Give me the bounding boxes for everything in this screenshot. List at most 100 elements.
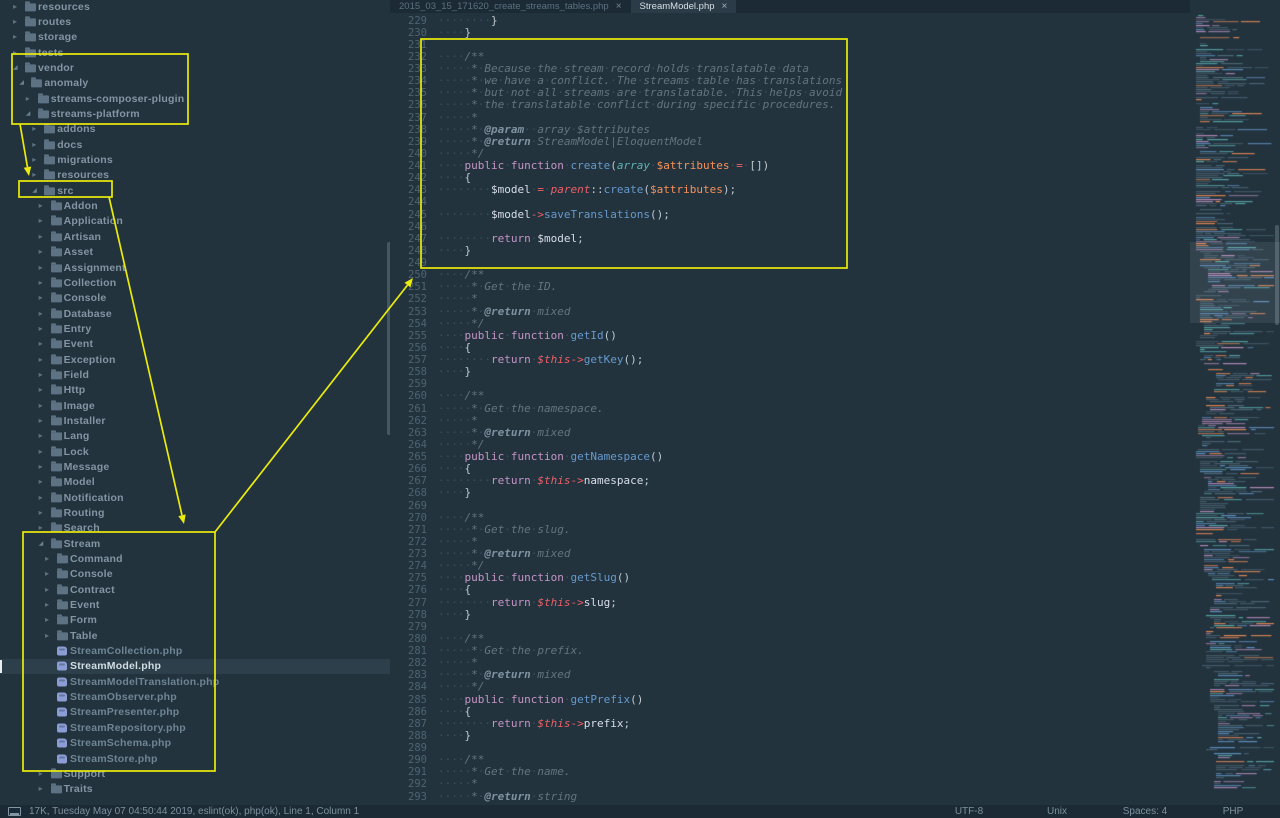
disclosure-collapsed-icon[interactable]: ▸	[39, 462, 43, 471]
disclosure-collapsed-icon[interactable]: ▸	[13, 18, 17, 26]
disclosure-collapsed-icon[interactable]: ▸	[13, 2, 17, 11]
tree-item-stream[interactable]: ◢ Stream	[0, 536, 390, 551]
disclosure-expanded-icon[interactable]: ◢	[13, 65, 18, 71]
tree-item-notification[interactable]: ▸ Notification	[0, 490, 390, 505]
disclosure-collapsed-icon[interactable]: ▸	[39, 386, 43, 394]
tree-item-src[interactable]: ◢ src	[0, 183, 390, 198]
status-item-php[interactable]: PHP	[1202, 806, 1264, 817]
tree-item-table[interactable]: ▸ Table	[0, 628, 390, 643]
disclosure-collapsed-icon[interactable]: ▸	[39, 432, 43, 440]
tree-item-event[interactable]: ▸ Event	[0, 597, 390, 612]
tree-item-tests[interactable]: ▸ tests	[0, 45, 390, 60]
disclosure-collapsed-icon[interactable]: ▸	[39, 401, 43, 410]
tree-item-streamrepository-php[interactable]: StreamRepository.php	[0, 720, 390, 735]
tree-item-artisan[interactable]: ▸ Artisan	[0, 229, 390, 244]
tree-item-streams-composer-plugin[interactable]: ▸ streams-composer-plugin	[0, 91, 390, 106]
tree-item-installer[interactable]: ▸ Installer	[0, 413, 390, 428]
tree-item-streamcollection-php[interactable]: StreamCollection.php	[0, 643, 390, 658]
tree-item-contract[interactable]: ▸ Contract	[0, 582, 390, 597]
disclosure-collapsed-icon[interactable]: ▸	[39, 447, 43, 456]
disclosure-collapsed-icon[interactable]: ▸	[39, 232, 43, 241]
tree-item-streamschema-php[interactable]: StreamSchema.php	[0, 736, 390, 751]
tree-item-form[interactable]: ▸ Form	[0, 613, 390, 628]
editor-scrollbar[interactable]	[1275, 225, 1279, 325]
disclosure-collapsed-icon[interactable]: ▸	[13, 33, 17, 41]
disclosure-collapsed-icon[interactable]: ▸	[32, 125, 36, 133]
disclosure-expanded-icon[interactable]: ◢	[19, 80, 24, 86]
tree-item-addon[interactable]: ▸ Addon	[0, 198, 390, 213]
disclosure-collapsed-icon[interactable]: ▸	[39, 248, 43, 256]
disclosure-collapsed-icon[interactable]: ▸	[39, 217, 43, 225]
tree-item-routing[interactable]: ▸ Routing	[0, 505, 390, 520]
tree-item-docs[interactable]: ▸ docs	[0, 137, 390, 152]
status-item-utf-8[interactable]: UTF-8	[938, 806, 1000, 817]
tab-close-icon[interactable]: ×	[616, 1, 622, 12]
tree-item-field[interactable]: ▸ Field	[0, 367, 390, 382]
disclosure-collapsed-icon[interactable]: ▸	[45, 601, 49, 609]
disclosure-collapsed-icon[interactable]: ▸	[45, 631, 49, 640]
tree-item-streammodeltranslation-php[interactable]: StreamModelTranslation.php	[0, 674, 390, 689]
tree-item-assignment[interactable]: ▸ Assignment	[0, 260, 390, 275]
disclosure-collapsed-icon[interactable]: ▸	[32, 140, 36, 149]
tree-item-console[interactable]: ▸ Console	[0, 291, 390, 306]
tree-item-resources[interactable]: ▸ resources	[0, 0, 390, 14]
tree-item-streampresenter-php[interactable]: StreamPresenter.php	[0, 705, 390, 720]
disclosure-collapsed-icon[interactable]: ▸	[39, 278, 43, 287]
tree-item-image[interactable]: ▸ Image	[0, 398, 390, 413]
tree-item-addons[interactable]: ▸ addons	[0, 122, 390, 137]
tree-item-http[interactable]: ▸ Http	[0, 383, 390, 398]
disclosure-expanded-icon[interactable]: ◢	[26, 111, 31, 117]
status-item-spaces-4[interactable]: Spaces: 4	[1114, 806, 1176, 817]
minimap-viewport[interactable]	[1190, 242, 1280, 323]
tree-item-database[interactable]: ▸ Database	[0, 306, 390, 321]
tab-streammodel-php[interactable]: StreamModel.php ×	[630, 0, 737, 13]
tree-item-search[interactable]: ▸ Search	[0, 521, 390, 536]
minimap[interactable]	[1190, 0, 1280, 805]
tree-item-application[interactable]: ▸ Application	[0, 214, 390, 229]
disclosure-collapsed-icon[interactable]: ▸	[39, 493, 43, 502]
tree-item-storage[interactable]: ▸ storage	[0, 30, 390, 45]
disclosure-collapsed-icon[interactable]: ▸	[39, 524, 43, 532]
tree-item-exception[interactable]: ▸ Exception	[0, 352, 390, 367]
tree-item-vendor[interactable]: ◢ vendor	[0, 60, 390, 75]
disclosure-collapsed-icon[interactable]: ▸	[45, 570, 49, 578]
tree-item-anomaly[interactable]: ◢ anomaly	[0, 76, 390, 91]
disclosure-collapsed-icon[interactable]: ▸	[39, 324, 43, 333]
disclosure-collapsed-icon[interactable]: ▸	[32, 156, 36, 164]
disclosure-expanded-icon[interactable]: ◢	[32, 188, 37, 194]
tree-item-streammodel-php[interactable]: StreamModel.php	[0, 658, 390, 675]
tree-item-command[interactable]: ▸ Command	[0, 551, 390, 566]
tree-item-streamstore-php[interactable]: StreamStore.php	[0, 751, 390, 766]
disclosure-collapsed-icon[interactable]: ▸	[39, 340, 43, 348]
tab-close-icon[interactable]: ×	[722, 1, 728, 12]
disclosure-collapsed-icon[interactable]: ▸	[39, 263, 43, 272]
disclosure-collapsed-icon[interactable]: ▸	[39, 202, 43, 210]
tree-item-streams-platform[interactable]: ◢ streams-platform	[0, 106, 390, 121]
tree-item-support[interactable]: ▸ Support	[0, 766, 390, 781]
disclosure-collapsed-icon[interactable]: ▸	[39, 355, 43, 364]
tree-item-asset[interactable]: ▸ Asset	[0, 245, 390, 260]
disclosure-collapsed-icon[interactable]: ▸	[39, 294, 43, 302]
tree-item-migrations[interactable]: ▸ migrations	[0, 152, 390, 167]
tree-item-lang[interactable]: ▸ Lang	[0, 429, 390, 444]
disclosure-collapsed-icon[interactable]: ▸	[39, 478, 43, 486]
disclosure-collapsed-icon[interactable]: ▸	[45, 585, 49, 594]
tree-item-entry[interactable]: ▸ Entry	[0, 321, 390, 336]
disclosure-collapsed-icon[interactable]: ▸	[32, 171, 36, 179]
tree-item-console[interactable]: ▸ Console	[0, 567, 390, 582]
tree-item-event[interactable]: ▸ Event	[0, 337, 390, 352]
tree-item-collection[interactable]: ▸ Collection	[0, 275, 390, 290]
disclosure-collapsed-icon[interactable]: ▸	[39, 416, 43, 425]
disclosure-collapsed-icon[interactable]: ▸	[26, 94, 30, 103]
disclosure-collapsed-icon[interactable]: ▸	[39, 370, 43, 379]
tree-item-traits[interactable]: ▸ Traits	[0, 782, 390, 797]
disclosure-collapsed-icon[interactable]: ▸	[45, 616, 49, 624]
tree-item-model[interactable]: ▸ Model	[0, 475, 390, 490]
tab-2015-03-15-171620-create-streams-tables-php[interactable]: 2015_03_15_171620_create_streams_tables.…	[390, 0, 631, 13]
disclosure-collapsed-icon[interactable]: ▸	[39, 509, 43, 517]
code-editor-area[interactable]: 229 ········} 230 ····} 231 232 ····/** 233 ····…	[390, 13, 1190, 805]
tree-item-routes[interactable]: ▸ routes	[0, 14, 390, 29]
tree-item-resources[interactable]: ▸ resources	[0, 168, 390, 183]
tree-item-message[interactable]: ▸ Message	[0, 459, 390, 474]
disclosure-collapsed-icon[interactable]: ▸	[39, 309, 43, 318]
